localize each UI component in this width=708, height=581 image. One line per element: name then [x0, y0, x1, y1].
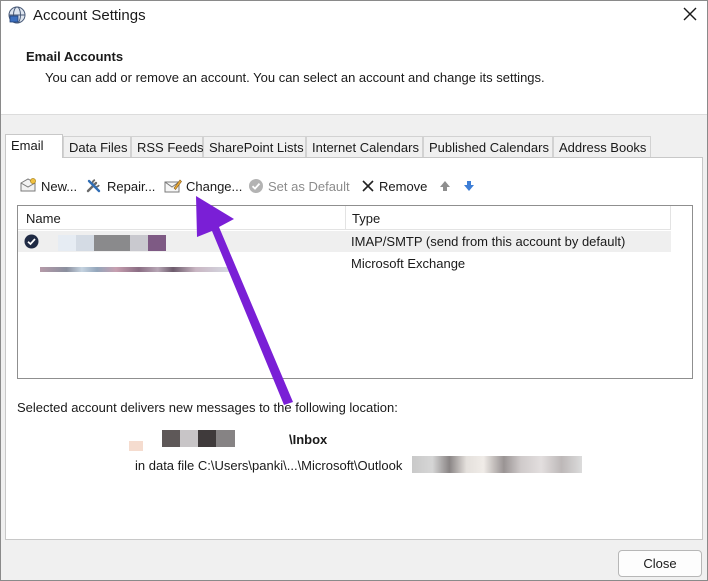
- account-type-exchange: Microsoft Exchange: [351, 256, 466, 271]
- window-title: Account Settings: [33, 7, 146, 24]
- account-list[interactable]: Name Type IMAP/SMTP (send from this acco…: [17, 205, 693, 379]
- arrow-down-icon: [464, 181, 474, 191]
- tab-address-books[interactable]: Address Books: [553, 136, 651, 157]
- remove-account-button[interactable]: Remove: [361, 176, 427, 196]
- remove-account-label: Remove: [379, 178, 428, 194]
- tab-sharepoint-lists[interactable]: SharePoint Lists: [203, 136, 306, 157]
- set-as-default-label: Set as Default: [268, 178, 350, 194]
- new-account-button[interactable]: New...: [19, 176, 77, 196]
- new-account-label: New...: [41, 178, 78, 194]
- redacted-folder-path: [162, 430, 180, 447]
- redacted-data-file-name: [412, 456, 582, 473]
- move-up-button[interactable]: [439, 176, 451, 196]
- redacted-folder-path: [198, 430, 216, 447]
- redacted-folder-path: [129, 441, 143, 451]
- repair-account-label: Repair...: [107, 178, 156, 194]
- tab-internet-calendars[interactable]: Internet Calendars: [306, 136, 423, 157]
- redacted-account-name: [148, 235, 166, 251]
- header-panel: Email Accounts You can add or remove an …: [1, 31, 707, 115]
- new-account-icon: [20, 178, 36, 192]
- data-file-path-label: in data file C:\Users\panki\...\Microsof…: [135, 458, 403, 473]
- move-down-button[interactable]: [463, 176, 475, 196]
- tab-published-calendars[interactable]: Published Calendars: [423, 136, 553, 157]
- redacted-account-name: [130, 235, 148, 251]
- delivery-location-label: Selected account delivers new messages t…: [17, 400, 398, 415]
- section-description: You can add or remove an account. You ca…: [45, 70, 545, 85]
- tab-data-files[interactable]: Data Files: [63, 136, 131, 157]
- title-bar: Account Settings: [1, 1, 707, 31]
- change-account-button[interactable]: Change...: [164, 176, 242, 196]
- set-as-default-button[interactable]: Set as Default: [248, 176, 350, 196]
- inbox-folder-label: \Inbox: [289, 432, 328, 447]
- close-icon[interactable]: [681, 5, 699, 23]
- remove-x-icon: [362, 180, 374, 192]
- account-row-imap[interactable]: IMAP/SMTP (send from this account by def…: [18, 231, 671, 252]
- close-button[interactable]: Close: [618, 550, 702, 577]
- account-settings-window: Account Settings Email Accounts You can …: [0, 0, 708, 581]
- default-account-check-icon: [24, 234, 39, 249]
- set-default-check-icon: [249, 179, 263, 193]
- repair-account-button[interactable]: Repair...: [85, 176, 155, 196]
- column-header-name[interactable]: Name: [18, 206, 346, 230]
- repair-tools-icon: [86, 179, 101, 193]
- redacted-account-name: [40, 267, 230, 272]
- redacted-account-name: [94, 235, 130, 251]
- tab-email[interactable]: Email: [5, 134, 63, 158]
- redacted-account-name: [76, 235, 94, 251]
- account-type-imap: IMAP/SMTP (send from this account by def…: [351, 234, 626, 249]
- column-header-type[interactable]: Type: [346, 206, 671, 230]
- account-row-exchange[interactable]: Microsoft Exchange: [18, 253, 671, 274]
- change-account-label: Change...: [186, 178, 243, 194]
- redacted-folder-path: [216, 430, 235, 447]
- tab-rss-feeds[interactable]: RSS Feeds: [131, 136, 203, 157]
- change-account-icon: [164, 179, 182, 193]
- redacted-account-name: [58, 235, 76, 251]
- redacted-folder-path: [180, 430, 198, 447]
- arrow-up-icon: [440, 181, 450, 191]
- account-settings-app-icon: [8, 6, 26, 24]
- section-title: Email Accounts: [26, 49, 124, 64]
